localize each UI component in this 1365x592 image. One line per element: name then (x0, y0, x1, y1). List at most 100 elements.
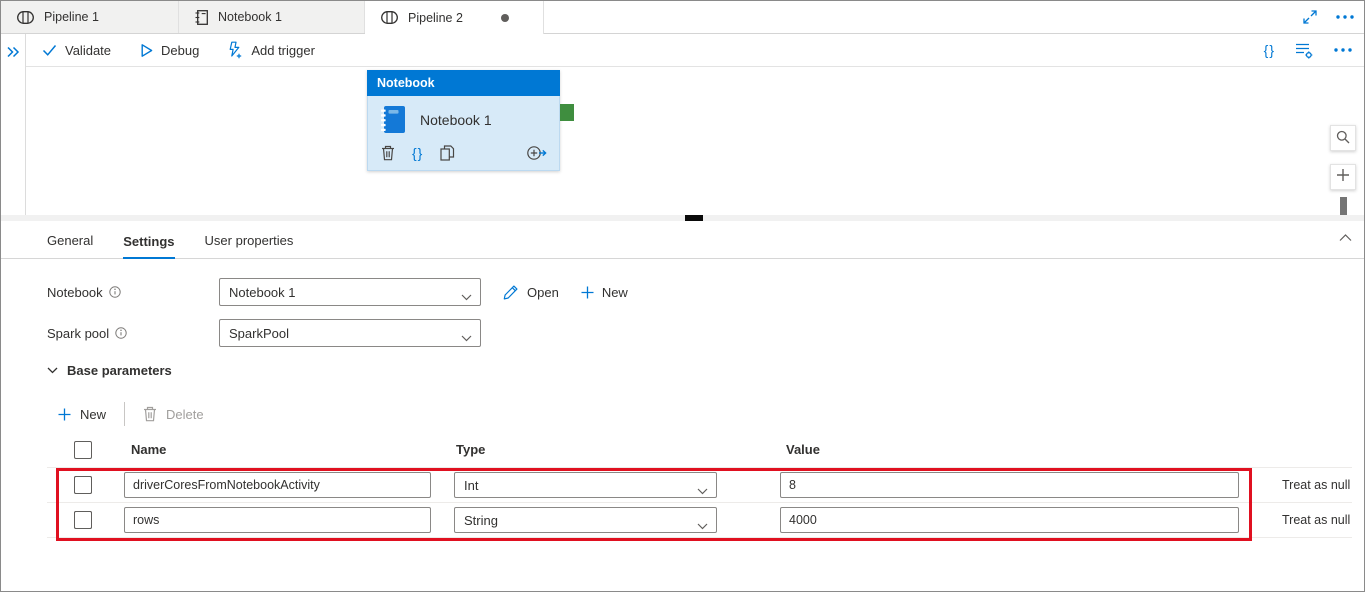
spark-pool-field-row: Spark pool SparkPool (47, 319, 481, 347)
info-icon (115, 327, 127, 339)
pipeline-canvas[interactable]: Notebook Notebook 1 {} (26, 68, 1364, 215)
chevron-down-icon (461, 330, 472, 345)
debug-button[interactable]: Debug (139, 43, 199, 58)
parameters-table-header: Name Type Value (1, 437, 1364, 463)
notebook-dropdown-value: Notebook 1 (229, 285, 296, 300)
activity-body: Notebook 1 {} (367, 96, 560, 171)
tab-pipeline-1[interactable]: Pipeline 1 (1, 1, 179, 33)
select-all-checkbox[interactable] (74, 441, 92, 459)
new-label: New (602, 285, 628, 300)
pipeline-icon (381, 11, 398, 24)
tab-user-properties[interactable]: User properties (205, 233, 294, 258)
add-output-icon[interactable] (526, 145, 547, 161)
new-parameter-label: New (80, 407, 106, 422)
chevron-down-icon (461, 289, 472, 304)
more-options-icon[interactable] (1336, 15, 1354, 19)
success-output-port[interactable] (560, 104, 574, 121)
delete-activity-icon[interactable] (381, 145, 395, 161)
treat-as-null-label: Treat as null (1282, 478, 1350, 492)
properties-icon[interactable] (1295, 42, 1314, 59)
parameter-type-dropdown[interactable]: String (454, 507, 717, 533)
spark-pool-dropdown[interactable]: SparkPool (219, 319, 481, 347)
base-parameters-toggle[interactable]: Base parameters (47, 363, 172, 378)
zoom-in-button[interactable] (1330, 164, 1356, 190)
open-notebook-button[interactable]: Open (503, 284, 559, 300)
debug-label: Debug (161, 43, 199, 58)
tab-general[interactable]: General (47, 233, 93, 258)
notebook-activity-icon (380, 105, 406, 135)
tab-notebook-1[interactable]: Notebook 1 (179, 1, 365, 33)
command-divider (124, 402, 125, 426)
toolbar-right-actions: {} (1264, 42, 1352, 59)
new-notebook-button[interactable]: New (581, 285, 628, 300)
expand-icon[interactable] (1302, 9, 1318, 25)
tab-pipeline-2[interactable]: Pipeline 2 (365, 1, 544, 34)
activity-name: Notebook 1 (420, 112, 492, 128)
notebook-dropdown[interactable]: Notebook 1 (219, 278, 481, 306)
parameter-value-input[interactable] (780, 507, 1239, 533)
plus-icon (58, 408, 71, 421)
row-separator (47, 537, 1352, 538)
column-header-value: Value (786, 442, 820, 457)
config-tabs: General Settings User properties (1, 221, 1364, 259)
treat-as-null-checkbox[interactable] (74, 511, 92, 529)
treat-as-null-checkbox[interactable] (74, 476, 92, 494)
plus-icon (581, 286, 594, 299)
tab-label: Notebook 1 (218, 10, 282, 24)
delete-parameter-label: Delete (166, 407, 204, 422)
clone-activity-icon[interactable] (440, 145, 455, 161)
chevron-down-icon (47, 367, 58, 374)
tab-label: Pipeline 1 (44, 10, 99, 24)
search-icon (1336, 130, 1350, 147)
canvas-search-button[interactable] (1330, 125, 1356, 151)
parameter-row: String Treat as null (1, 503, 1364, 537)
validate-button[interactable]: Validate (42, 43, 111, 58)
expand-panel-button[interactable] (5, 46, 21, 61)
chevron-down-icon (697, 483, 708, 498)
validate-label: Validate (65, 43, 111, 58)
parameter-name-input[interactable] (124, 472, 431, 498)
notebook-field-label: Notebook (47, 285, 103, 300)
pipeline-icon (17, 11, 34, 24)
parameter-name-input[interactable] (124, 507, 431, 533)
pipeline-toolbar: Validate Debug Add trigger {} (26, 34, 1364, 67)
parameter-type-value: String (464, 513, 498, 528)
delete-parameter-button: Delete (143, 406, 204, 422)
activity-type-header: Notebook (367, 70, 560, 96)
zoom-slider[interactable] (1340, 197, 1347, 215)
base-parameters-title: Base parameters (67, 363, 172, 378)
parameter-type-dropdown[interactable]: Int (454, 472, 717, 498)
column-header-type: Type (456, 442, 485, 457)
activity-config-panel: General Settings User properties Noteboo… (1, 221, 1364, 591)
add-trigger-button[interactable]: Add trigger (227, 41, 315, 59)
open-label: Open (527, 285, 559, 300)
new-parameter-button[interactable]: New (58, 407, 106, 422)
document-tabbar: Pipeline 1 Notebook 1 Pipeline 2 (1, 1, 1364, 34)
code-view-icon[interactable]: {} (1264, 42, 1275, 58)
spark-pool-dropdown-value: SparkPool (229, 326, 289, 341)
document-tabs: Pipeline 1 Notebook 1 Pipeline 2 (1, 1, 544, 34)
activity-code-icon[interactable]: {} (412, 145, 423, 161)
more-options-icon[interactable] (1334, 48, 1352, 52)
notebook-activity-node[interactable]: Notebook Notebook 1 {} (367, 70, 560, 171)
trash-icon (143, 406, 157, 422)
spark-pool-label-group: Spark pool (47, 326, 219, 341)
column-header-name: Name (131, 442, 166, 457)
chevron-down-icon (697, 518, 708, 533)
treat-as-null-label: Treat as null (1282, 513, 1350, 527)
tab-settings[interactable]: Settings (123, 234, 174, 259)
parameter-value-input[interactable] (780, 472, 1239, 498)
notebook-icon (195, 10, 208, 25)
pipeline-editor-window: Pipeline 1 Notebook 1 Pipeline 2 (0, 0, 1365, 592)
unsaved-changes-dot (501, 14, 509, 22)
collapse-panel-icon[interactable] (1339, 234, 1352, 242)
tabbar-actions (1302, 1, 1354, 33)
check-icon (42, 43, 57, 57)
notebook-field-row: Notebook Notebook 1 Open (47, 278, 628, 306)
info-icon (109, 286, 121, 298)
play-icon (139, 43, 153, 58)
collapsed-panel-strip (1, 34, 26, 215)
parameter-row: Int Treat as null (1, 468, 1364, 502)
plus-icon (1336, 167, 1350, 187)
pencil-icon (503, 284, 519, 300)
